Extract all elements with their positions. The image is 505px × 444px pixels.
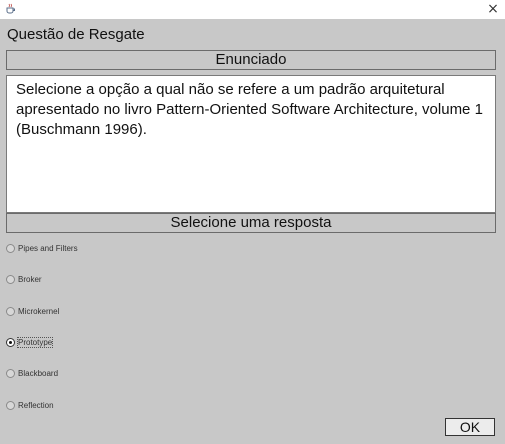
java-cup-icon xyxy=(6,3,15,14)
option-pipes-and-filters[interactable]: Pipes and Filters xyxy=(6,240,78,256)
option-label: Pipes and Filters xyxy=(18,243,78,253)
dialog-title: Questão de Resgate xyxy=(7,26,145,43)
dialog-body: Questão de Resgate Enunciado Selecione a… xyxy=(0,19,505,444)
radio-button[interactable] xyxy=(6,368,15,378)
option-label: Microkernel xyxy=(18,306,60,316)
radio-button[interactable] xyxy=(6,400,15,410)
radio-button-selected[interactable] xyxy=(6,337,15,347)
option-label: Broker xyxy=(18,274,42,284)
option-broker[interactable]: Broker xyxy=(6,271,42,287)
option-blackboard[interactable]: Blackboard xyxy=(6,365,58,381)
radio-button[interactable] xyxy=(6,274,15,284)
close-button[interactable]: × xyxy=(485,1,501,17)
ok-button[interactable]: OK xyxy=(445,418,495,436)
statement-text: Selecione a opção a qual não se refere a… xyxy=(16,81,483,138)
option-prototype[interactable]: Prototype xyxy=(6,334,54,350)
option-reflection[interactable]: Reflection xyxy=(6,397,54,413)
radio-button[interactable] xyxy=(6,306,15,316)
statement-header: Enunciado xyxy=(6,50,496,70)
statement-area: Selecione a opção a qual não se refere a… xyxy=(6,75,496,213)
radio-button[interactable] xyxy=(6,243,15,253)
title-bar: × xyxy=(0,0,505,19)
answers-header: Selecione uma resposta xyxy=(6,213,496,233)
option-label: Reflection xyxy=(18,400,54,410)
option-label: Blackboard xyxy=(18,368,59,378)
option-label: Prototype xyxy=(16,336,54,348)
option-microkernel[interactable]: Microkernel xyxy=(6,303,59,319)
